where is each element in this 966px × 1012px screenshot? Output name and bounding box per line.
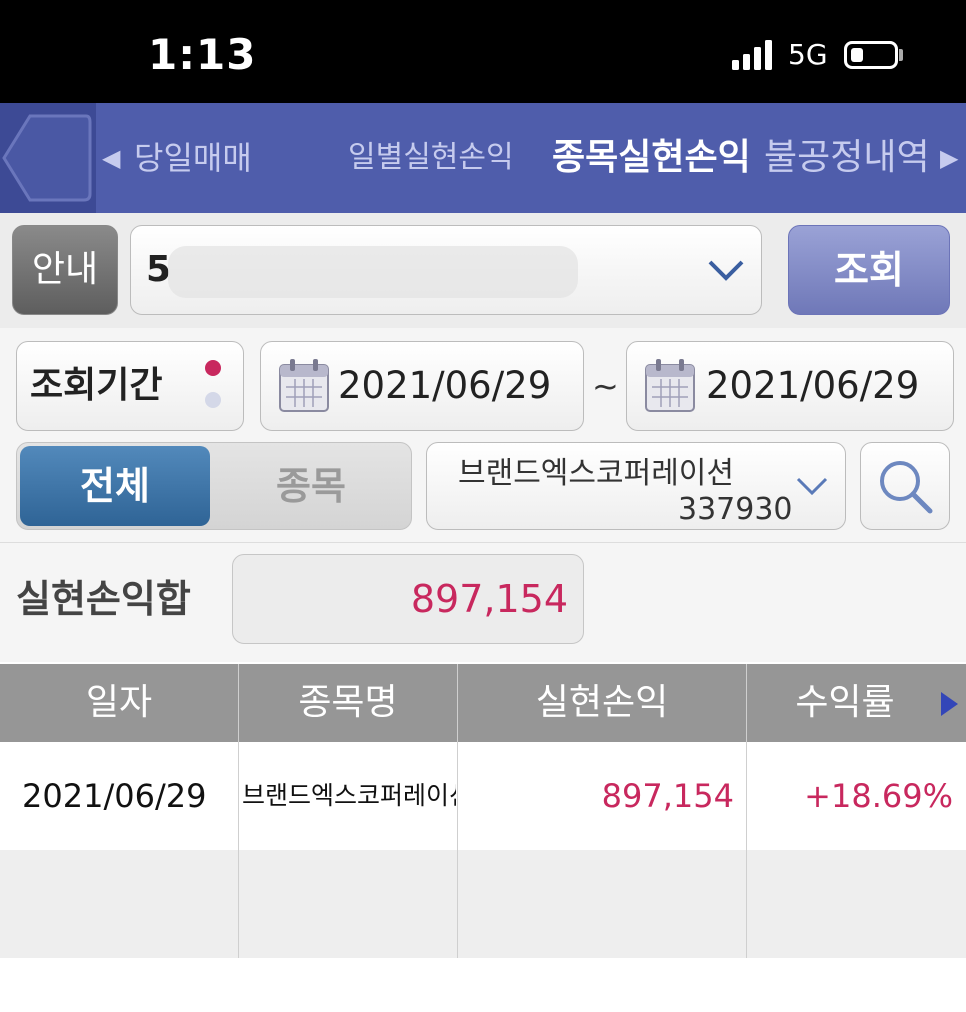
guide-button[interactable]: 안내 bbox=[12, 225, 118, 315]
column-header-stock-name[interactable]: 종목명 bbox=[239, 664, 457, 742]
end-date-value: 2021/06/29 bbox=[706, 364, 920, 407]
search-icon[interactable] bbox=[874, 456, 936, 516]
calendar-icon[interactable] bbox=[278, 357, 330, 413]
tab-daily-realized-pnl[interactable]: 일별실현손익 bbox=[348, 103, 514, 213]
segment-all[interactable]: 전체 bbox=[20, 446, 210, 526]
table-row-empty bbox=[0, 850, 966, 958]
back-arrow-icon[interactable] bbox=[0, 112, 92, 204]
period-indicator-inactive bbox=[205, 392, 221, 408]
tab-stock-realized-pnl[interactable]: 종목실현손익 bbox=[552, 103, 751, 213]
chevron-down-icon[interactable] bbox=[794, 474, 830, 498]
calendar-icon[interactable] bbox=[644, 357, 696, 413]
stock-code: 337930 bbox=[678, 492, 793, 527]
period-label: 조회기간 bbox=[30, 365, 163, 406]
column-header-return-rate[interactable]: 수익률 bbox=[747, 664, 943, 742]
status-time: 1:13 bbox=[148, 30, 257, 79]
segment-stock[interactable]: 종목 bbox=[214, 446, 408, 526]
cell-stock-name: 브랜드엑스코퍼레이션 bbox=[242, 781, 456, 810]
summary-label: 실현손익합 bbox=[16, 577, 191, 621]
start-date-value: 2021/06/29 bbox=[338, 364, 552, 407]
signal-strength-icon bbox=[732, 40, 772, 70]
column-header-realized-pnl[interactable]: 실현손익 bbox=[458, 664, 746, 742]
tab-unfair-trades[interactable]: 불공정내역 bbox=[764, 103, 954, 213]
date-range-separator: ~ bbox=[592, 367, 619, 405]
battery-tip bbox=[899, 49, 903, 61]
column-divider bbox=[238, 664, 239, 958]
tab-prev-icon[interactable]: ◀ bbox=[102, 103, 120, 213]
network-type: 5G bbox=[788, 38, 828, 71]
tab-daily-trades[interactable]: 당일매매 bbox=[134, 103, 252, 213]
account-number-blurred bbox=[168, 246, 578, 298]
column-divider bbox=[746, 664, 747, 958]
battery-icon bbox=[844, 41, 898, 69]
chevron-down-icon[interactable] bbox=[706, 256, 746, 284]
cell-date: 2021/06/29 bbox=[22, 777, 207, 815]
cell-return-rate: +18.69% bbox=[804, 777, 953, 815]
tab-next-icon[interactable]: ▶ bbox=[940, 103, 958, 213]
query-button[interactable]: 조회 bbox=[788, 225, 950, 315]
column-divider bbox=[457, 664, 458, 958]
summary-value: 897,154 bbox=[410, 577, 568, 621]
cell-realized-pnl: 897,154 bbox=[601, 777, 734, 815]
column-header-date[interactable]: 일자 bbox=[0, 664, 238, 742]
stock-name: 브랜드엑스코퍼레이션 bbox=[458, 456, 734, 491]
scroll-right-icon[interactable] bbox=[938, 690, 960, 718]
period-indicator-active bbox=[205, 360, 221, 376]
